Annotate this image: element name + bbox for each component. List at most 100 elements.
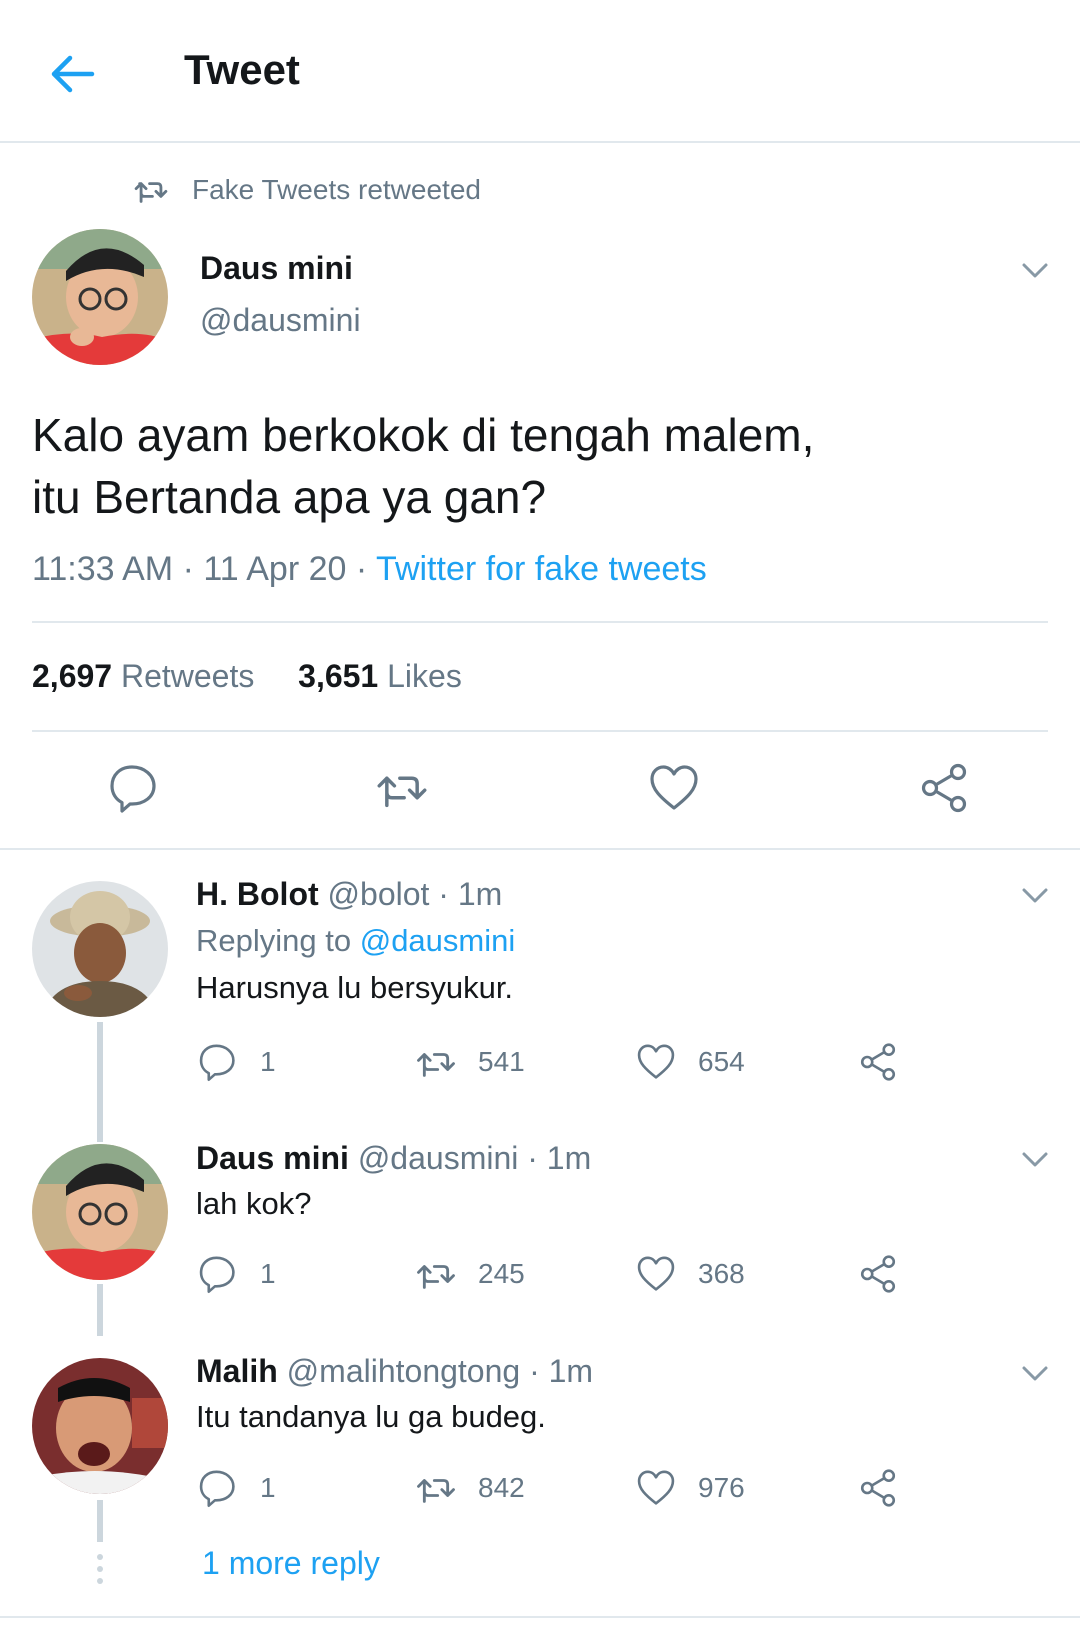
page-title: Tweet — [184, 46, 300, 93]
avatar[interactable] — [32, 229, 168, 365]
retweeted-by[interactable]: Fake Tweets retweeted — [134, 172, 481, 208]
separator: · — [527, 1140, 538, 1176]
retweet-button[interactable]: 842 — [416, 1466, 525, 1510]
separator: · — [182, 550, 194, 588]
retweets-count[interactable]: 2,697 — [32, 658, 112, 694]
thread-connector — [97, 1284, 103, 1336]
chevron-down-icon[interactable] — [1018, 1142, 1052, 1176]
replying-to: Replying to @dausmini — [196, 923, 515, 959]
divider — [0, 848, 1080, 850]
retweet-icon — [134, 182, 168, 203]
reply-author-handle[interactable]: @bolot — [328, 876, 430, 912]
reply-icon — [199, 1470, 235, 1507]
reply-icon[interactable] — [108, 762, 160, 814]
reply-time[interactable]: 1m — [547, 1140, 591, 1176]
avatar-malih-image — [32, 1358, 168, 1494]
retweet-icon — [417, 1053, 455, 1077]
avatar-daus-image — [32, 229, 168, 365]
tweet-time: 11:33 AM — [32, 550, 174, 588]
thread-dot — [97, 1578, 103, 1584]
share-icon — [860, 1469, 896, 1507]
tweet-meta: 11:33 AM · 11 Apr 20 · Twitter for fake … — [32, 550, 707, 589]
share-button[interactable] — [858, 1466, 898, 1510]
avatar-bolot-image — [32, 881, 168, 1017]
tweet-text: Kalo ayam berkokok di tengah malem, itu … — [32, 404, 1042, 528]
retweet-icon — [417, 1265, 455, 1289]
like-count: 368 — [698, 1258, 745, 1289]
avatar[interactable] — [32, 1144, 168, 1280]
reply-header: H. Bolot @bolot · 1m — [196, 876, 502, 913]
share-icon — [860, 1255, 896, 1293]
replying-to-link[interactable]: @dausmini — [360, 923, 516, 958]
reply-button[interactable]: 1 — [198, 1252, 276, 1296]
chevron-down-icon[interactable] — [1018, 253, 1052, 287]
retweet-button[interactable]: 245 — [416, 1252, 525, 1296]
separator: · — [438, 876, 449, 912]
replying-to-prefix: Replying to — [196, 923, 352, 958]
reply-count: 1 — [260, 1258, 276, 1289]
reply-count: 1 — [260, 1472, 276, 1503]
reply-header: Malih @malihtongtong · 1m — [196, 1353, 593, 1390]
reply-header: Daus mini @dausmini · 1m — [196, 1140, 591, 1177]
divider — [32, 621, 1048, 623]
like-count: 654 — [698, 1046, 745, 1077]
likes-count[interactable]: 3,651 — [298, 658, 378, 694]
likes-label[interactable]: Likes — [387, 658, 462, 694]
retweet-count: 245 — [478, 1258, 525, 1289]
like-count: 976 — [698, 1472, 745, 1503]
reply-text: lah kok? — [196, 1186, 312, 1221]
reply-count: 1 — [260, 1046, 276, 1077]
retweet-icon — [417, 1479, 455, 1503]
retweet-count: 842 — [478, 1472, 525, 1503]
retweet-count: 541 — [478, 1046, 525, 1077]
heart-icon — [637, 1470, 675, 1505]
tweet-stats: 2,697 Retweets 3,651 Likes — [32, 658, 462, 695]
reply-button[interactable]: 1 — [198, 1466, 276, 1510]
chevron-down-icon[interactable] — [1018, 1356, 1052, 1390]
reply-author-name[interactable]: Malih — [196, 1353, 278, 1389]
retweeted-by-label: Fake Tweets retweeted — [192, 174, 481, 205]
share-button[interactable] — [858, 1040, 898, 1084]
reply-author-handle[interactable]: @dausmini — [358, 1140, 519, 1176]
separator: · — [529, 1353, 540, 1389]
author-handle[interactable]: @dausmini — [200, 302, 361, 339]
reply-author-handle[interactable]: @malihtongtong — [287, 1353, 521, 1389]
share-button[interactable] — [858, 1252, 898, 1296]
author-name[interactable]: Daus mini — [200, 250, 353, 287]
like-button[interactable]: 976 — [636, 1466, 745, 1510]
reply-author-name[interactable]: Daus mini — [196, 1140, 349, 1176]
like-button[interactable]: 654 — [636, 1040, 745, 1084]
heart-icon[interactable] — [648, 762, 700, 814]
tweet-date: 11 Apr 20 — [203, 550, 347, 588]
tweet-text-line: Kalo ayam berkokok di tengah malem, — [32, 409, 815, 461]
top-bar: Tweet — [0, 0, 1080, 143]
share-icon[interactable] — [918, 762, 970, 814]
retweet-button[interactable]: 541 — [416, 1040, 525, 1084]
reply-time[interactable]: 1m — [549, 1353, 593, 1389]
thread-connector — [97, 1500, 103, 1542]
reply-author-name[interactable]: H. Bolot — [196, 876, 319, 912]
arrow-left-icon[interactable] — [48, 50, 96, 98]
chevron-down-icon[interactable] — [1018, 878, 1052, 912]
reply-text: Harusnya lu bersyukur. — [196, 970, 514, 1005]
heart-icon — [637, 1044, 675, 1079]
share-icon — [860, 1043, 896, 1081]
retweet-icon[interactable] — [376, 762, 428, 814]
separator: · — [355, 550, 368, 588]
reply-text: Itu tandanya lu ga budeg. — [196, 1399, 546, 1434]
reply-icon — [199, 1256, 235, 1293]
tweet-source-link[interactable]: Twitter for fake tweets — [376, 550, 707, 588]
heart-icon — [637, 1256, 675, 1291]
reply-time[interactable]: 1m — [458, 876, 502, 912]
like-button[interactable]: 368 — [636, 1252, 745, 1296]
avatar[interactable] — [32, 1358, 168, 1494]
more-replies-link[interactable]: 1 more reply — [202, 1545, 380, 1582]
retweets-label[interactable]: Retweets — [121, 658, 254, 694]
thread-dot — [97, 1566, 103, 1572]
tweet-text-line: itu Bertanda apa ya gan? — [32, 471, 547, 523]
avatar-daus-image — [32, 1144, 168, 1280]
thread-connector — [97, 1022, 103, 1142]
avatar[interactable] — [32, 881, 168, 1017]
reply-button[interactable]: 1 — [198, 1040, 276, 1084]
divider — [0, 1616, 1080, 1618]
